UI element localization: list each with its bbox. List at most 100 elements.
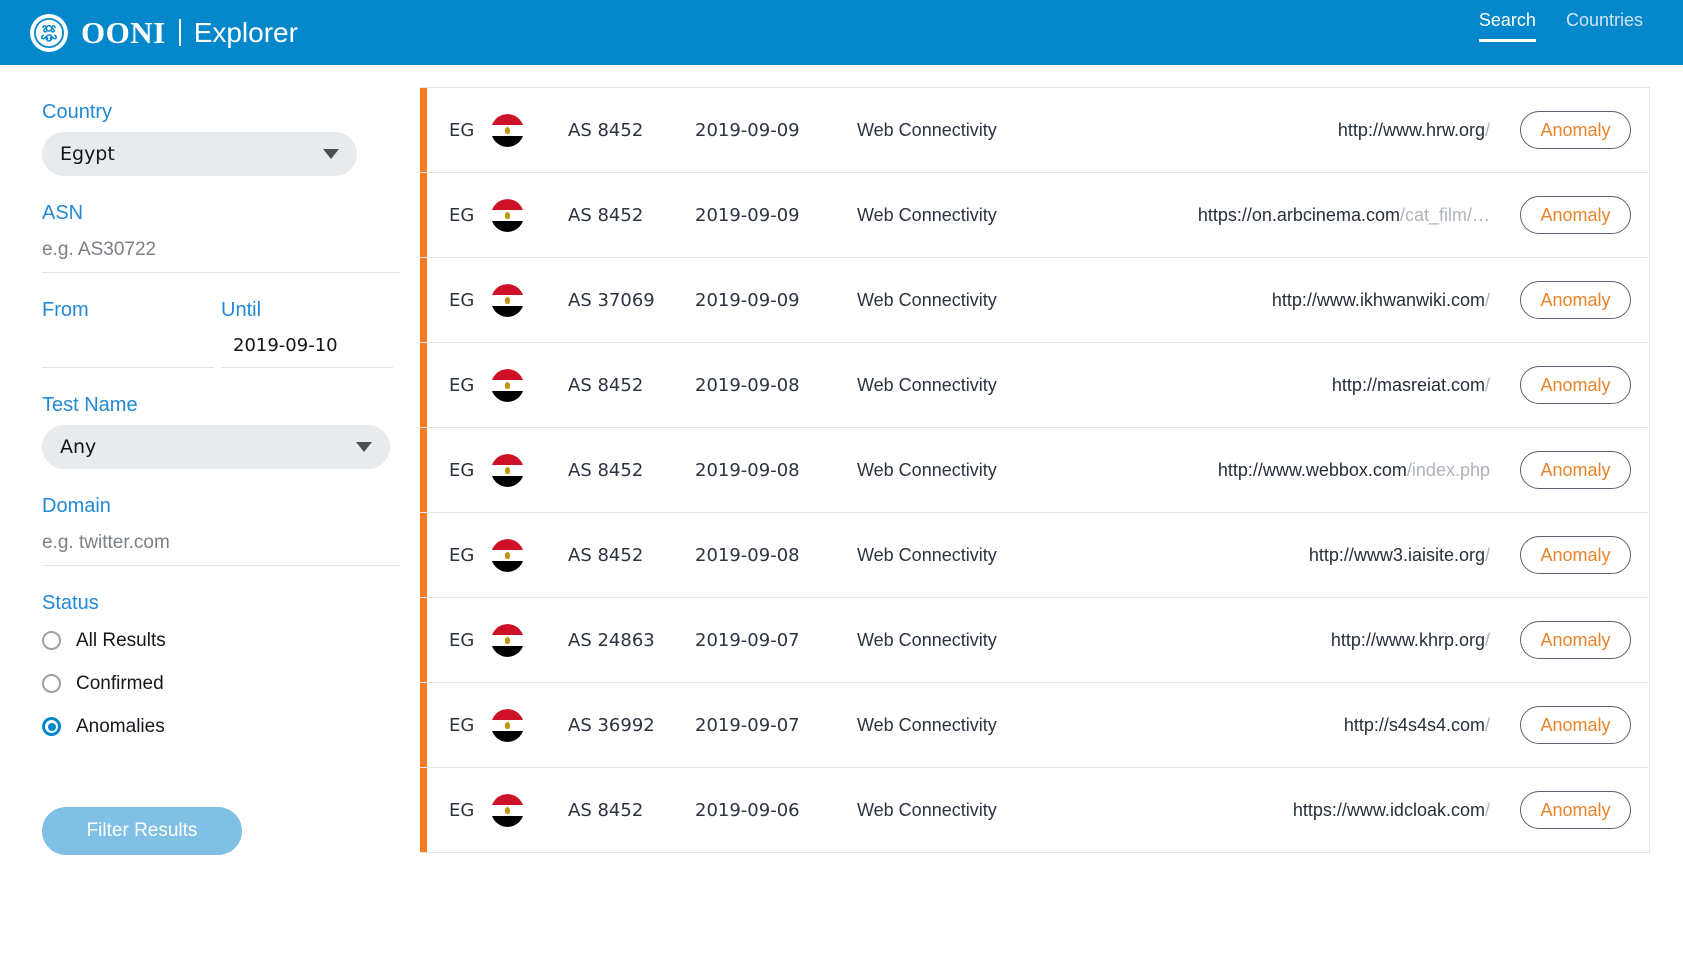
asn-value: AS 8452 xyxy=(568,460,695,481)
status-option-label: Anomalies xyxy=(76,716,165,738)
test-name-value: Web Connectivity xyxy=(857,800,1102,821)
url-host: http://s4s4s4.com xyxy=(1344,715,1485,735)
radio-icon[interactable] xyxy=(42,631,61,650)
status-option-confirmed[interactable]: Confirmed xyxy=(42,662,420,705)
until-date-group: Until xyxy=(221,299,400,330)
top-navigation: Search Countries xyxy=(1479,10,1643,42)
country-select[interactable]: Egypt xyxy=(42,132,357,176)
anomaly-accent-bar xyxy=(420,598,427,682)
filter-country: Country Egypt xyxy=(42,101,420,176)
url-host: http://www.khrp.org xyxy=(1331,630,1485,650)
result-row[interactable]: EG AS 8452 2019-09-09 xyxy=(420,172,1650,258)
flag-egypt-icon xyxy=(491,369,524,402)
anomaly-accent-bar xyxy=(420,258,427,342)
country-code: EG xyxy=(449,205,491,226)
result-row[interactable]: EG AS 8452 2019-09-08 xyxy=(420,427,1650,513)
status-badge[interactable]: Anomaly xyxy=(1520,366,1631,404)
nav-item-countries[interactable]: Countries xyxy=(1566,10,1643,39)
brand[interactable]: OONI Explorer xyxy=(30,14,298,52)
domain-label: Domain xyxy=(42,495,420,518)
asn-input[interactable] xyxy=(42,233,400,273)
anomaly-accent-bar xyxy=(420,683,427,767)
status-badge[interactable]: Anomaly xyxy=(1520,536,1631,574)
chevron-down-icon xyxy=(356,442,372,452)
result-row[interactable]: EG AS 24863 2019-09-07 xyxy=(420,597,1650,683)
anomaly-accent-bar xyxy=(420,513,427,597)
status-badge[interactable]: Anomaly xyxy=(1520,621,1631,659)
url-path: / xyxy=(1485,715,1490,735)
brand-name: OONI xyxy=(81,17,166,48)
status-option-all-results[interactable]: All Results xyxy=(42,619,420,662)
anomaly-accent-bar xyxy=(420,428,427,512)
app-header: OONI Explorer Search Countries xyxy=(0,0,1683,65)
status-badge[interactable]: Anomaly xyxy=(1520,791,1631,829)
brand-product: Explorer xyxy=(194,19,298,47)
from-date-group: From xyxy=(42,299,221,330)
measurement-url[interactable]: https://on.arbcinema.com/cat_film/… xyxy=(1102,205,1520,226)
test-name-value: Web Connectivity xyxy=(857,715,1102,736)
url-host: https://www.idcloak.com xyxy=(1293,800,1485,820)
measurement-url[interactable]: https://www.idcloak.com/ xyxy=(1102,800,1520,821)
measurement-date: 2019-09-07 xyxy=(695,630,857,651)
url-path: / xyxy=(1485,630,1490,650)
status-badge[interactable]: Anomaly xyxy=(1520,281,1631,319)
radio-icon-selected[interactable] xyxy=(42,717,61,736)
measurement-url[interactable]: http://masreiat.com/ xyxy=(1102,375,1520,396)
status-badge[interactable]: Anomaly xyxy=(1520,196,1631,234)
asn-value: AS 37069 xyxy=(568,290,695,311)
radio-icon[interactable] xyxy=(42,674,61,693)
measurement-url[interactable]: http://www.hrw.org/ xyxy=(1102,120,1520,141)
test-name-value: Web Connectivity xyxy=(857,630,1102,651)
flag-egypt-icon xyxy=(491,794,524,827)
flag-egypt-icon xyxy=(491,539,524,572)
result-row[interactable]: EG AS 8452 2019-09-08 xyxy=(420,512,1650,598)
measurement-date: 2019-09-09 xyxy=(695,205,857,226)
country-code: EG xyxy=(449,715,491,736)
url-path: /index.php xyxy=(1407,460,1490,480)
from-date-input[interactable] xyxy=(42,330,214,368)
status-badge[interactable]: Anomaly xyxy=(1520,111,1631,149)
filter-sidebar: Country Egypt ASN From Until xyxy=(0,65,420,968)
result-row[interactable]: EG AS 8452 2019-09-09 xyxy=(420,87,1650,173)
results-list: EG AS 8452 2019-09-09 xyxy=(420,65,1683,968)
anomaly-accent-bar xyxy=(420,88,427,172)
measurement-url[interactable]: http://www.khrp.org/ xyxy=(1102,630,1520,651)
measurement-url[interactable]: http://www3.iaisite.org/ xyxy=(1102,545,1520,566)
until-date-input[interactable] xyxy=(221,330,393,368)
measurement-url[interactable]: http://s4s4s4.com/ xyxy=(1102,715,1520,736)
asn-label: ASN xyxy=(42,202,420,225)
measurement-date: 2019-09-07 xyxy=(695,715,857,736)
url-host: http://www.hrw.org xyxy=(1338,120,1485,140)
url-path: / xyxy=(1485,120,1490,140)
measurement-url[interactable]: http://www.ikhwanwiki.com/ xyxy=(1102,290,1520,311)
test-name-select[interactable]: Any xyxy=(42,425,390,469)
url-path: / xyxy=(1485,375,1490,395)
measurement-date: 2019-09-08 xyxy=(695,460,857,481)
url-host: https://on.arbcinema.com xyxy=(1198,205,1400,225)
anomaly-accent-bar xyxy=(420,173,427,257)
test-name-value: Web Connectivity xyxy=(857,205,1102,226)
result-row[interactable]: EG AS 8452 2019-09-06 xyxy=(420,767,1650,853)
measurement-url[interactable]: http://www.webbox.com/index.php xyxy=(1102,460,1520,481)
domain-input[interactable] xyxy=(42,526,400,566)
measurement-date: 2019-09-06 xyxy=(695,800,857,821)
from-label: From xyxy=(42,299,221,322)
result-row[interactable]: EG AS 36992 2019-09-07 xyxy=(420,682,1650,768)
status-option-anomalies[interactable]: Anomalies xyxy=(42,705,420,748)
asn-value: AS 8452 xyxy=(568,205,695,226)
flag-egypt-icon xyxy=(491,624,524,657)
status-badge[interactable]: Anomaly xyxy=(1520,706,1631,744)
url-path: / xyxy=(1485,800,1490,820)
result-row[interactable]: EG AS 37069 2019-09-09 xyxy=(420,257,1650,343)
result-row[interactable]: EG AS 8452 2019-09-08 xyxy=(420,342,1650,428)
anomaly-accent-bar xyxy=(420,343,427,427)
anomaly-accent-bar xyxy=(420,768,427,852)
test-name-value: Web Connectivity xyxy=(857,120,1102,141)
status-badge[interactable]: Anomaly xyxy=(1520,451,1631,489)
page-body: Country Egypt ASN From Until xyxy=(0,65,1683,968)
flag-egypt-icon xyxy=(491,114,524,147)
nav-item-search[interactable]: Search xyxy=(1479,10,1536,42)
filter-test-name: Test Name Any xyxy=(42,394,420,469)
filter-results-button[interactable]: Filter Results xyxy=(42,807,242,855)
country-select-value: Egypt xyxy=(60,143,115,165)
